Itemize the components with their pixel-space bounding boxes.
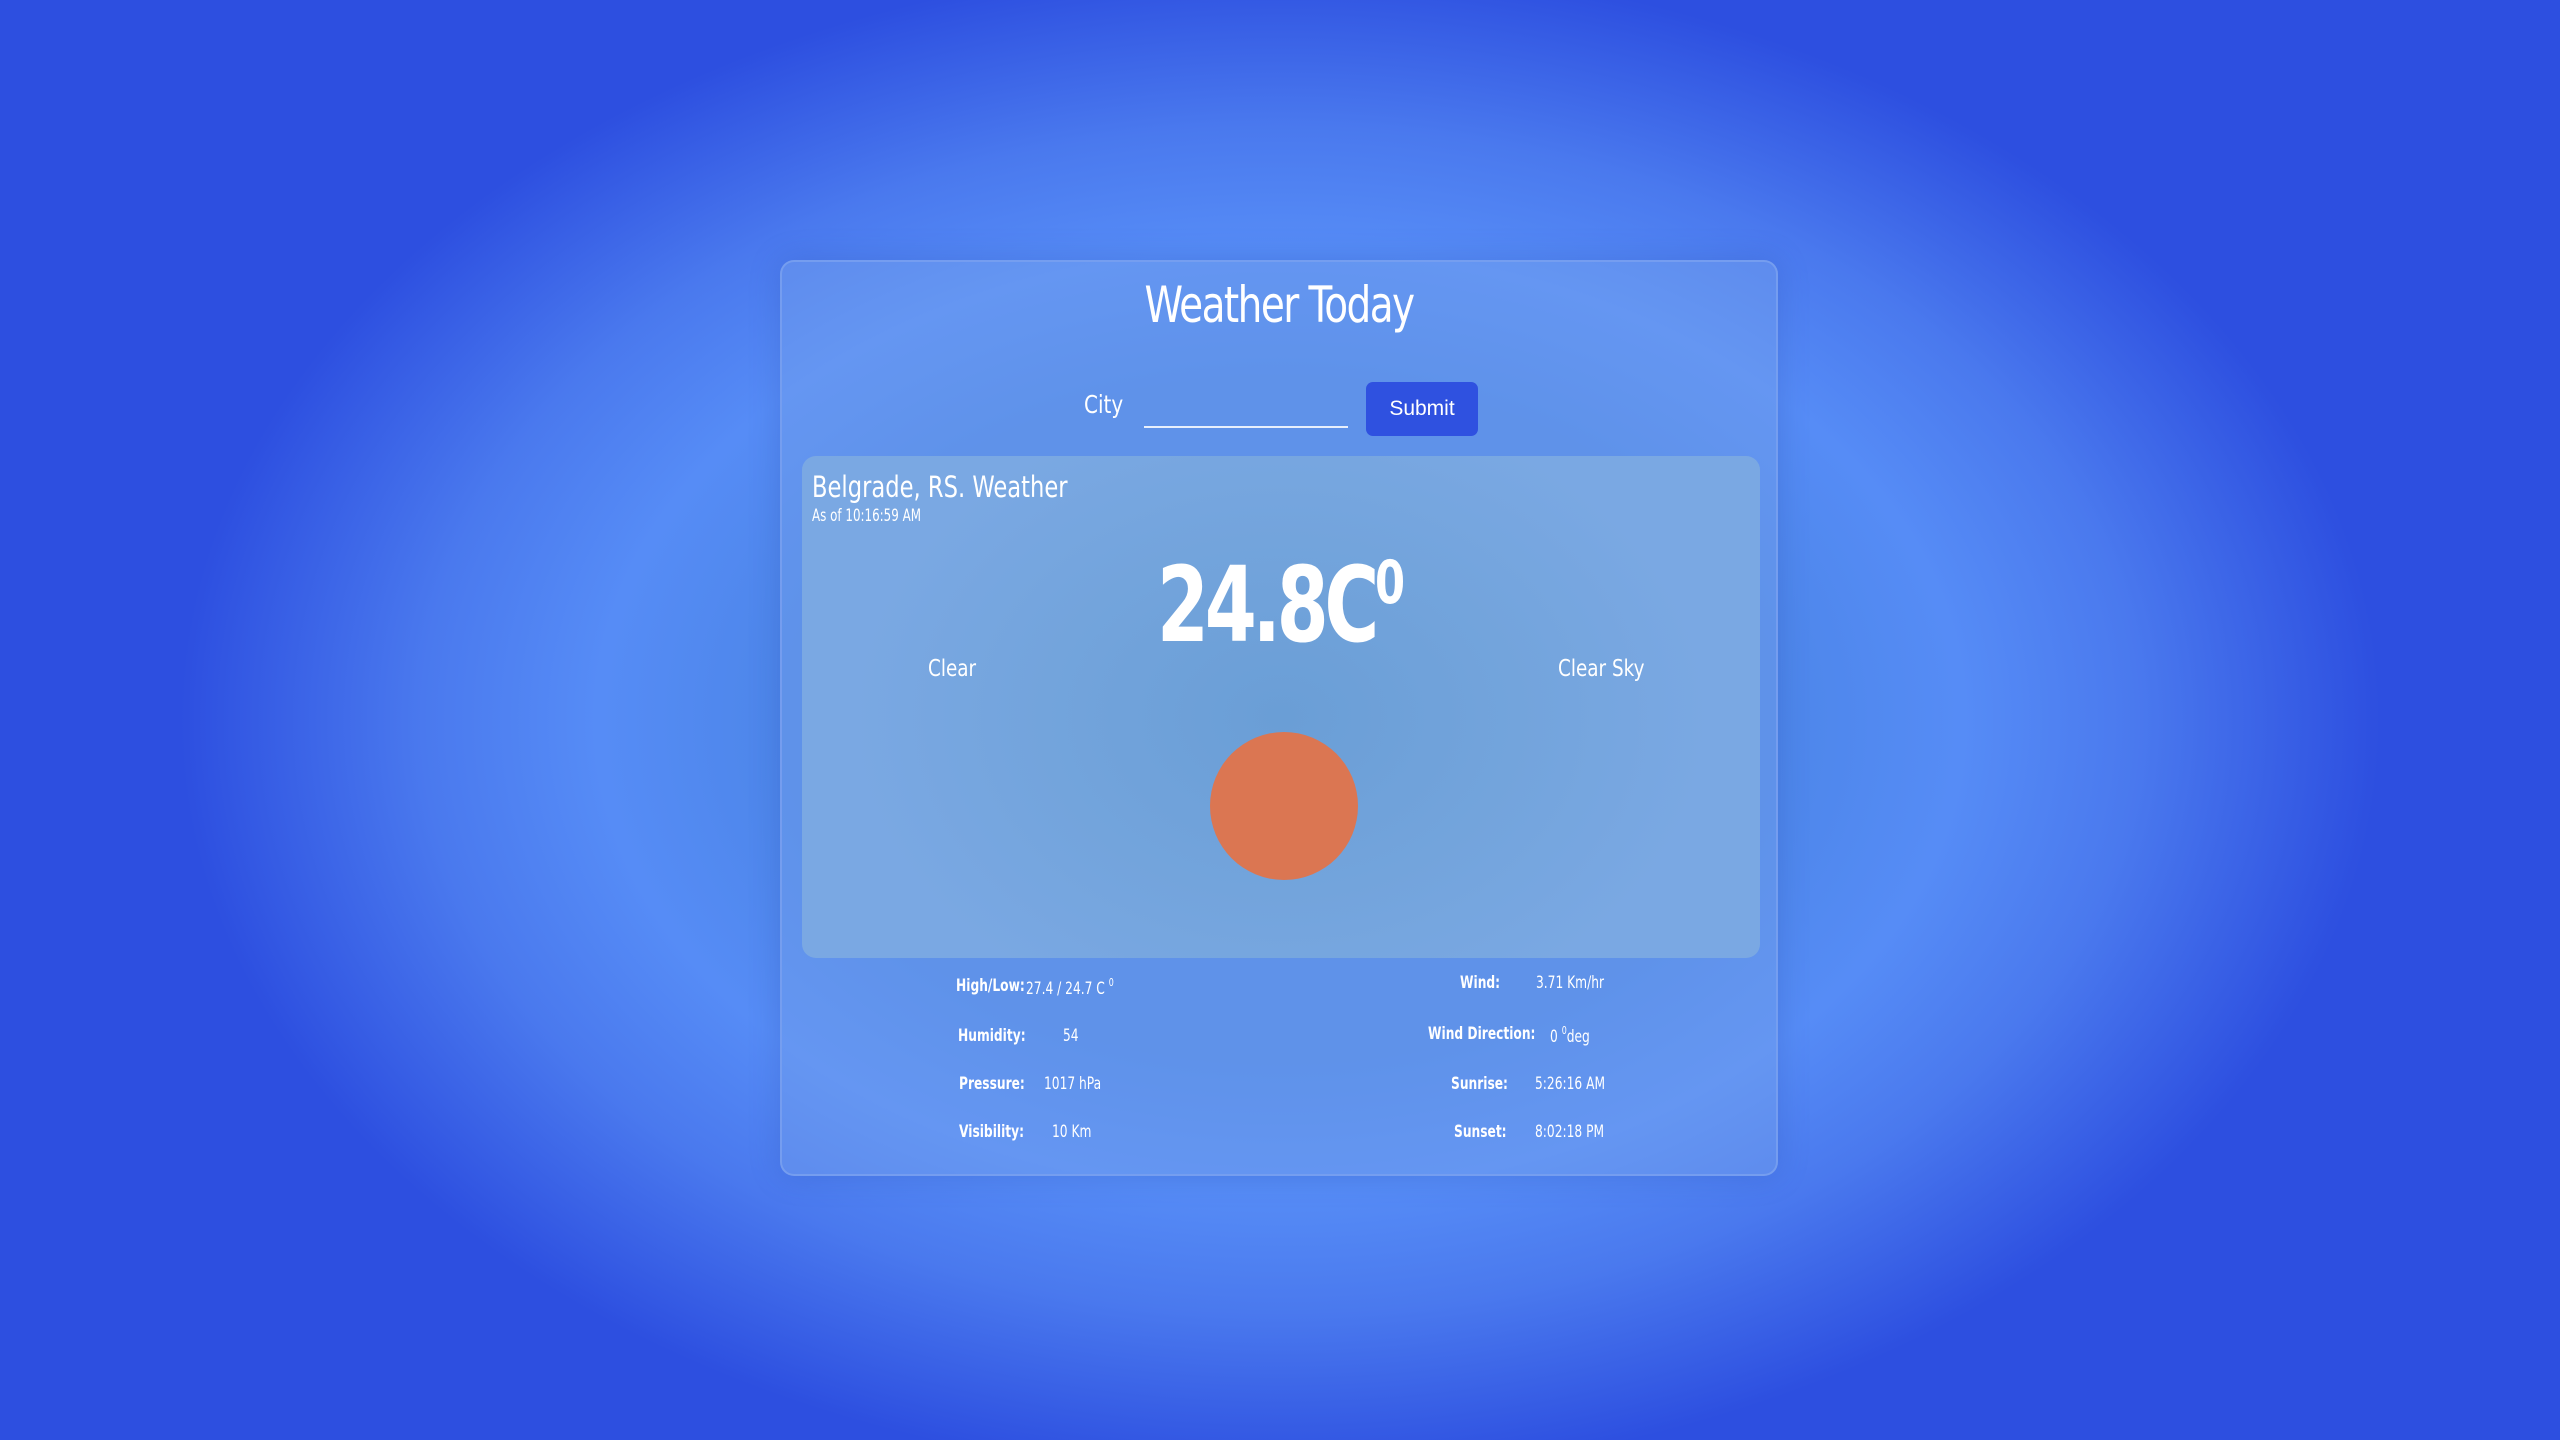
temperature-value: 24.8C bbox=[1156, 544, 1379, 666]
temperature-readout: 24.8C0 bbox=[936, 544, 1626, 666]
humidity-value: 54 bbox=[1063, 1026, 1079, 1046]
location-title: Belgrade, RS. Weather bbox=[812, 470, 1068, 504]
updated-timestamp: As of 10:16:59 AM bbox=[812, 506, 922, 526]
wind-direction-value: 0 0deg bbox=[1550, 1024, 1590, 1047]
city-input[interactable] bbox=[1144, 388, 1348, 428]
wind-direction-label: Wind Direction: bbox=[1428, 1024, 1536, 1044]
temperature-degree: 0 bbox=[1375, 548, 1406, 618]
wind-direction-number: 0 bbox=[1550, 1027, 1558, 1047]
high-low-degree: 0 bbox=[1108, 976, 1114, 989]
wind-value: 3.71 Km/hr bbox=[1536, 973, 1605, 993]
sunrise-value: 5:26:16 AM bbox=[1535, 1074, 1606, 1094]
pressure-label: Pressure: bbox=[959, 1074, 1025, 1094]
weather-card: Weather Today City Submit Belgrade, RS. … bbox=[780, 260, 1778, 1176]
pressure-value: 1017 hPa bbox=[1044, 1074, 1102, 1094]
wind-direction-unit: deg bbox=[1566, 1027, 1590, 1047]
weather-main-condition: Clear bbox=[928, 656, 977, 682]
page-title: Weather Today bbox=[1144, 276, 1415, 334]
high-low-text: 27.4 / 24.7 C bbox=[1026, 979, 1105, 999]
submit-button[interactable]: Submit bbox=[1366, 382, 1478, 436]
weather-description: Clear Sky bbox=[1558, 656, 1645, 682]
wind-label: Wind: bbox=[1460, 973, 1501, 993]
high-low-label: High/Low: bbox=[956, 976, 1025, 996]
sun-icon bbox=[1210, 732, 1358, 880]
city-label: City bbox=[1084, 390, 1124, 419]
city-search-form: City Submit bbox=[782, 382, 1776, 438]
sunset-label: Sunset: bbox=[1454, 1122, 1507, 1142]
visibility-value: 10 Km bbox=[1052, 1122, 1092, 1142]
sunrise-label: Sunrise: bbox=[1451, 1074, 1508, 1094]
visibility-label: Visibility: bbox=[959, 1122, 1025, 1142]
sunset-value: 8:02:18 PM bbox=[1535, 1122, 1605, 1142]
high-low-value: 27.4 / 24.7 C 0 bbox=[1026, 976, 1114, 999]
current-weather-panel: Belgrade, RS. Weather As of 10:16:59 AM … bbox=[802, 456, 1760, 958]
humidity-label: Humidity: bbox=[958, 1026, 1026, 1046]
